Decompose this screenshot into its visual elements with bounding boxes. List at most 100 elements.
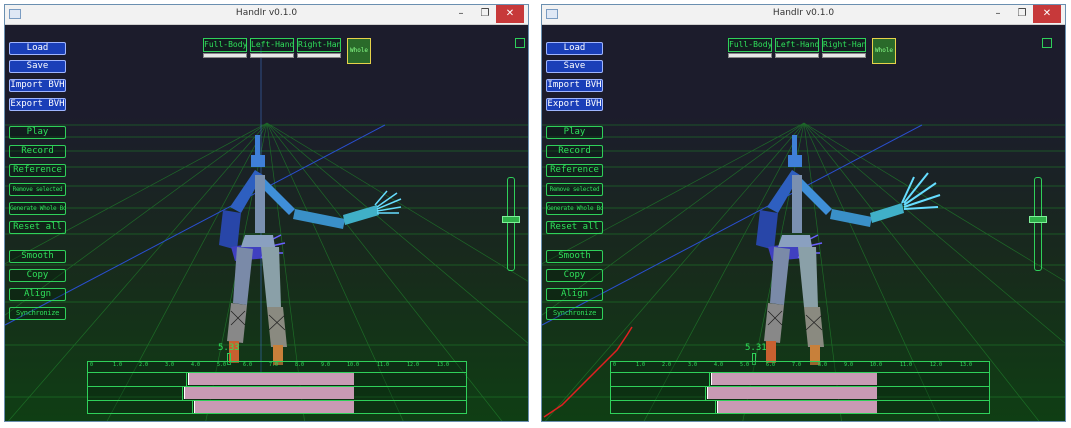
load-button[interactable]: Load [546, 42, 603, 55]
3d-viewport[interactable]: Load Save Import BVH Export BVH Play Rec… [542, 25, 1065, 421]
motion-clip[interactable] [707, 387, 877, 399]
mode-progress-full-body [728, 53, 772, 58]
tick-label: 5.0 [740, 362, 750, 368]
tick-label: 13.0 [960, 362, 973, 368]
timeline[interactable]: 0 1.0 2.0 3.0 4.0 5.0 6.0 7.0 8.0 9.0 10… [610, 361, 990, 414]
zoom-slider-track[interactable] [1034, 177, 1042, 271]
skeleton-figure [219, 135, 402, 365]
current-time-label: 5.33 [218, 343, 240, 353]
tick-label: 2.0 [139, 362, 149, 368]
mode-progress-right-hand [297, 53, 341, 58]
mode-tab-left-hand[interactable]: Left-Hand [775, 38, 819, 52]
tick-label: 4.0 [191, 362, 201, 368]
smooth-button[interactable]: Smooth [546, 250, 603, 263]
import-bvh-button[interactable]: Import BVH [9, 79, 66, 92]
zoom-slider-knob[interactable] [502, 216, 520, 223]
motion-clip[interactable] [188, 373, 354, 385]
minimize-button[interactable]: – [987, 5, 1009, 23]
remove-selected-button[interactable]: Remove selected [9, 183, 66, 196]
title-bar[interactable]: HandIr v0.1.0 – ❐ ✕ [542, 5, 1065, 25]
reset-all-button[interactable]: Reset all [9, 221, 66, 234]
track-left-hand[interactable] [88, 386, 466, 401]
mode-tab-full-body[interactable]: Full-Body [203, 38, 247, 52]
tick-label: 9.0 [844, 362, 854, 368]
timeline[interactable]: 0 1.0 2.0 3.0 4.0 5.0 6.0 7.0 8.0 9.0 10… [87, 361, 467, 414]
title-bar[interactable]: HandIr v0.1.0 – ❐ ✕ [5, 5, 528, 25]
track-right-hand[interactable] [611, 400, 989, 414]
play-button[interactable]: Play [546, 126, 603, 139]
reference-button[interactable]: Reference [546, 164, 603, 177]
track-full-body[interactable] [611, 372, 989, 387]
3d-viewport[interactable]: Load Save Import BVH Export BVH Play Rec… [5, 25, 528, 421]
minimize-button[interactable]: – [450, 5, 472, 23]
tick-label: 10.0 [347, 362, 360, 368]
tick-label: 8.0 [295, 362, 305, 368]
tick-label: 12.0 [930, 362, 943, 368]
play-button[interactable]: Play [9, 126, 66, 139]
motion-clip[interactable] [711, 373, 877, 385]
tick-label: 7.0 [792, 362, 802, 368]
synchronize-button[interactable]: Synchronize [9, 307, 66, 320]
current-time-label: 5.31 [745, 343, 767, 353]
tick-label: 5.0 [217, 362, 227, 368]
mode-tab-left-hand[interactable]: Left-Hand [250, 38, 294, 52]
corner-toggle-button[interactable] [515, 38, 525, 48]
corner-toggle-button[interactable] [1042, 38, 1052, 48]
tick-label: 11.0 [377, 362, 390, 368]
close-button[interactable]: ✕ [1033, 5, 1061, 23]
remove-selected-button[interactable]: Remove selected [546, 183, 603, 196]
tick-label: 3.0 [688, 362, 698, 368]
record-button[interactable]: Record [546, 145, 603, 158]
copy-button[interactable]: Copy [546, 269, 603, 282]
track-left-hand[interactable] [611, 386, 989, 401]
mode-tab-full-body[interactable]: Full-Body [728, 38, 772, 52]
mode-tab-right-hand[interactable]: Right-Hand [297, 38, 341, 52]
motion-clip[interactable] [194, 401, 354, 413]
tick-label: 1.0 [636, 362, 646, 368]
tick-label: 4.0 [714, 362, 724, 368]
import-bvh-button[interactable]: Import BVH [546, 79, 603, 92]
save-button[interactable]: Save [546, 60, 603, 73]
motion-clip[interactable] [717, 401, 877, 413]
tick-label: 13.0 [437, 362, 450, 368]
reference-button[interactable]: Reference [9, 164, 66, 177]
tick-label: 9.0 [321, 362, 331, 368]
close-button[interactable]: ✕ [496, 5, 524, 23]
app-window-left: HandIr v0.1.0 – ❐ ✕ Load Save Import BVH… [4, 4, 529, 422]
record-button[interactable]: Record [9, 145, 66, 158]
tick-label: 3.0 [165, 362, 175, 368]
mode-tab-right-hand[interactable]: Right-Hand [822, 38, 866, 52]
mode-progress-full-body [203, 53, 247, 58]
tick-label: 0 [613, 362, 617, 368]
maximize-button[interactable]: ❐ [1011, 5, 1033, 23]
zoom-slider-track[interactable] [507, 177, 515, 271]
maximize-button[interactable]: ❐ [474, 5, 496, 23]
copy-button[interactable]: Copy [9, 269, 66, 282]
align-button[interactable]: Align [546, 288, 603, 301]
track-full-body[interactable] [88, 372, 466, 387]
tick-label: 1.0 [113, 362, 123, 368]
smooth-button[interactable]: Smooth [9, 250, 66, 263]
tick-label: 0 [90, 362, 94, 368]
align-button[interactable]: Align [9, 288, 66, 301]
motion-clip[interactable] [184, 387, 354, 399]
generate-whole-body-button[interactable]: Generate Whole Body [546, 202, 603, 215]
track-right-hand[interactable] [88, 400, 466, 414]
generate-whole-body-button[interactable]: Generate Whole Body [9, 202, 66, 215]
mode-progress-left-hand [775, 53, 819, 58]
synchronize-button[interactable]: Synchronize [546, 307, 603, 320]
tick-label: 2.0 [662, 362, 672, 368]
mode-progress-left-hand [250, 53, 294, 58]
save-button[interactable]: Save [9, 60, 66, 73]
tick-label: 8.0 [818, 362, 828, 368]
zoom-slider-knob[interactable] [1029, 216, 1047, 223]
mode-tab-whole[interactable]: Whole [347, 38, 371, 64]
export-bvh-button[interactable]: Export BVH [546, 98, 603, 111]
mode-tab-whole[interactable]: Whole [872, 38, 896, 64]
export-bvh-button[interactable]: Export BVH [9, 98, 66, 111]
tick-label: 12.0 [407, 362, 420, 368]
reset-all-button[interactable]: Reset all [546, 221, 603, 234]
load-button[interactable]: Load [9, 42, 66, 55]
app-window-right: HandIr v0.1.0 – ❐ ✕ Load Save Import BVH… [541, 4, 1066, 422]
skeleton-figure [756, 135, 941, 365]
